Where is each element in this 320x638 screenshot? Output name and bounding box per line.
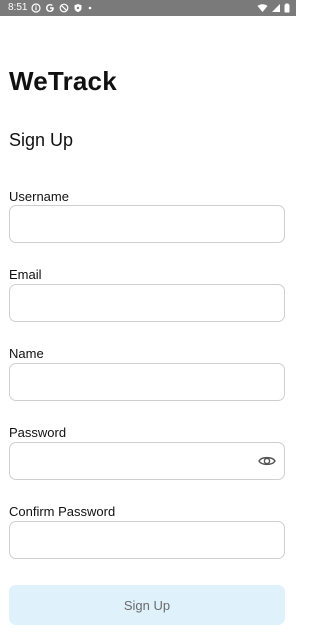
page-title: Sign Up [9, 130, 74, 150]
info-circle-icon [31, 3, 42, 13]
name-field-container [9, 363, 285, 401]
username-field-container [9, 205, 285, 243]
sign-up-button[interactable]: Sign Up [9, 585, 285, 625]
google-icon [45, 3, 55, 13]
status-bar-right [257, 0, 290, 16]
eye-icon[interactable] [258, 454, 276, 468]
confirm-password-label: Confirm Password [9, 504, 116, 519]
shield-icon [73, 3, 83, 13]
status-bar: 8:51 [0, 0, 296, 16]
name-label: Name [9, 346, 44, 361]
password-label: Password [9, 425, 67, 440]
email-input[interactable] [10, 285, 284, 321]
sign-up-button-label: Sign Up [123, 597, 171, 613]
username-label: Username [9, 189, 69, 204]
username-input[interactable] [10, 206, 284, 242]
signal-icon [271, 3, 281, 13]
app-title: WeTrack [9, 66, 117, 96]
no-disturb-icon [59, 3, 69, 13]
email-label: Email [9, 267, 42, 282]
confirm-password-field-container [9, 521, 285, 559]
battery-icon [284, 3, 290, 13]
confirm-password-input[interactable] [10, 522, 284, 558]
status-bar-left: 8:51 [8, 0, 93, 16]
clock-time: 8:51 [8, 2, 28, 13]
wifi-icon [257, 3, 268, 13]
password-input[interactable] [10, 443, 284, 479]
dot-icon [87, 3, 93, 13]
email-field-container [9, 284, 285, 322]
name-input[interactable] [10, 364, 284, 400]
password-field-container [9, 442, 285, 480]
